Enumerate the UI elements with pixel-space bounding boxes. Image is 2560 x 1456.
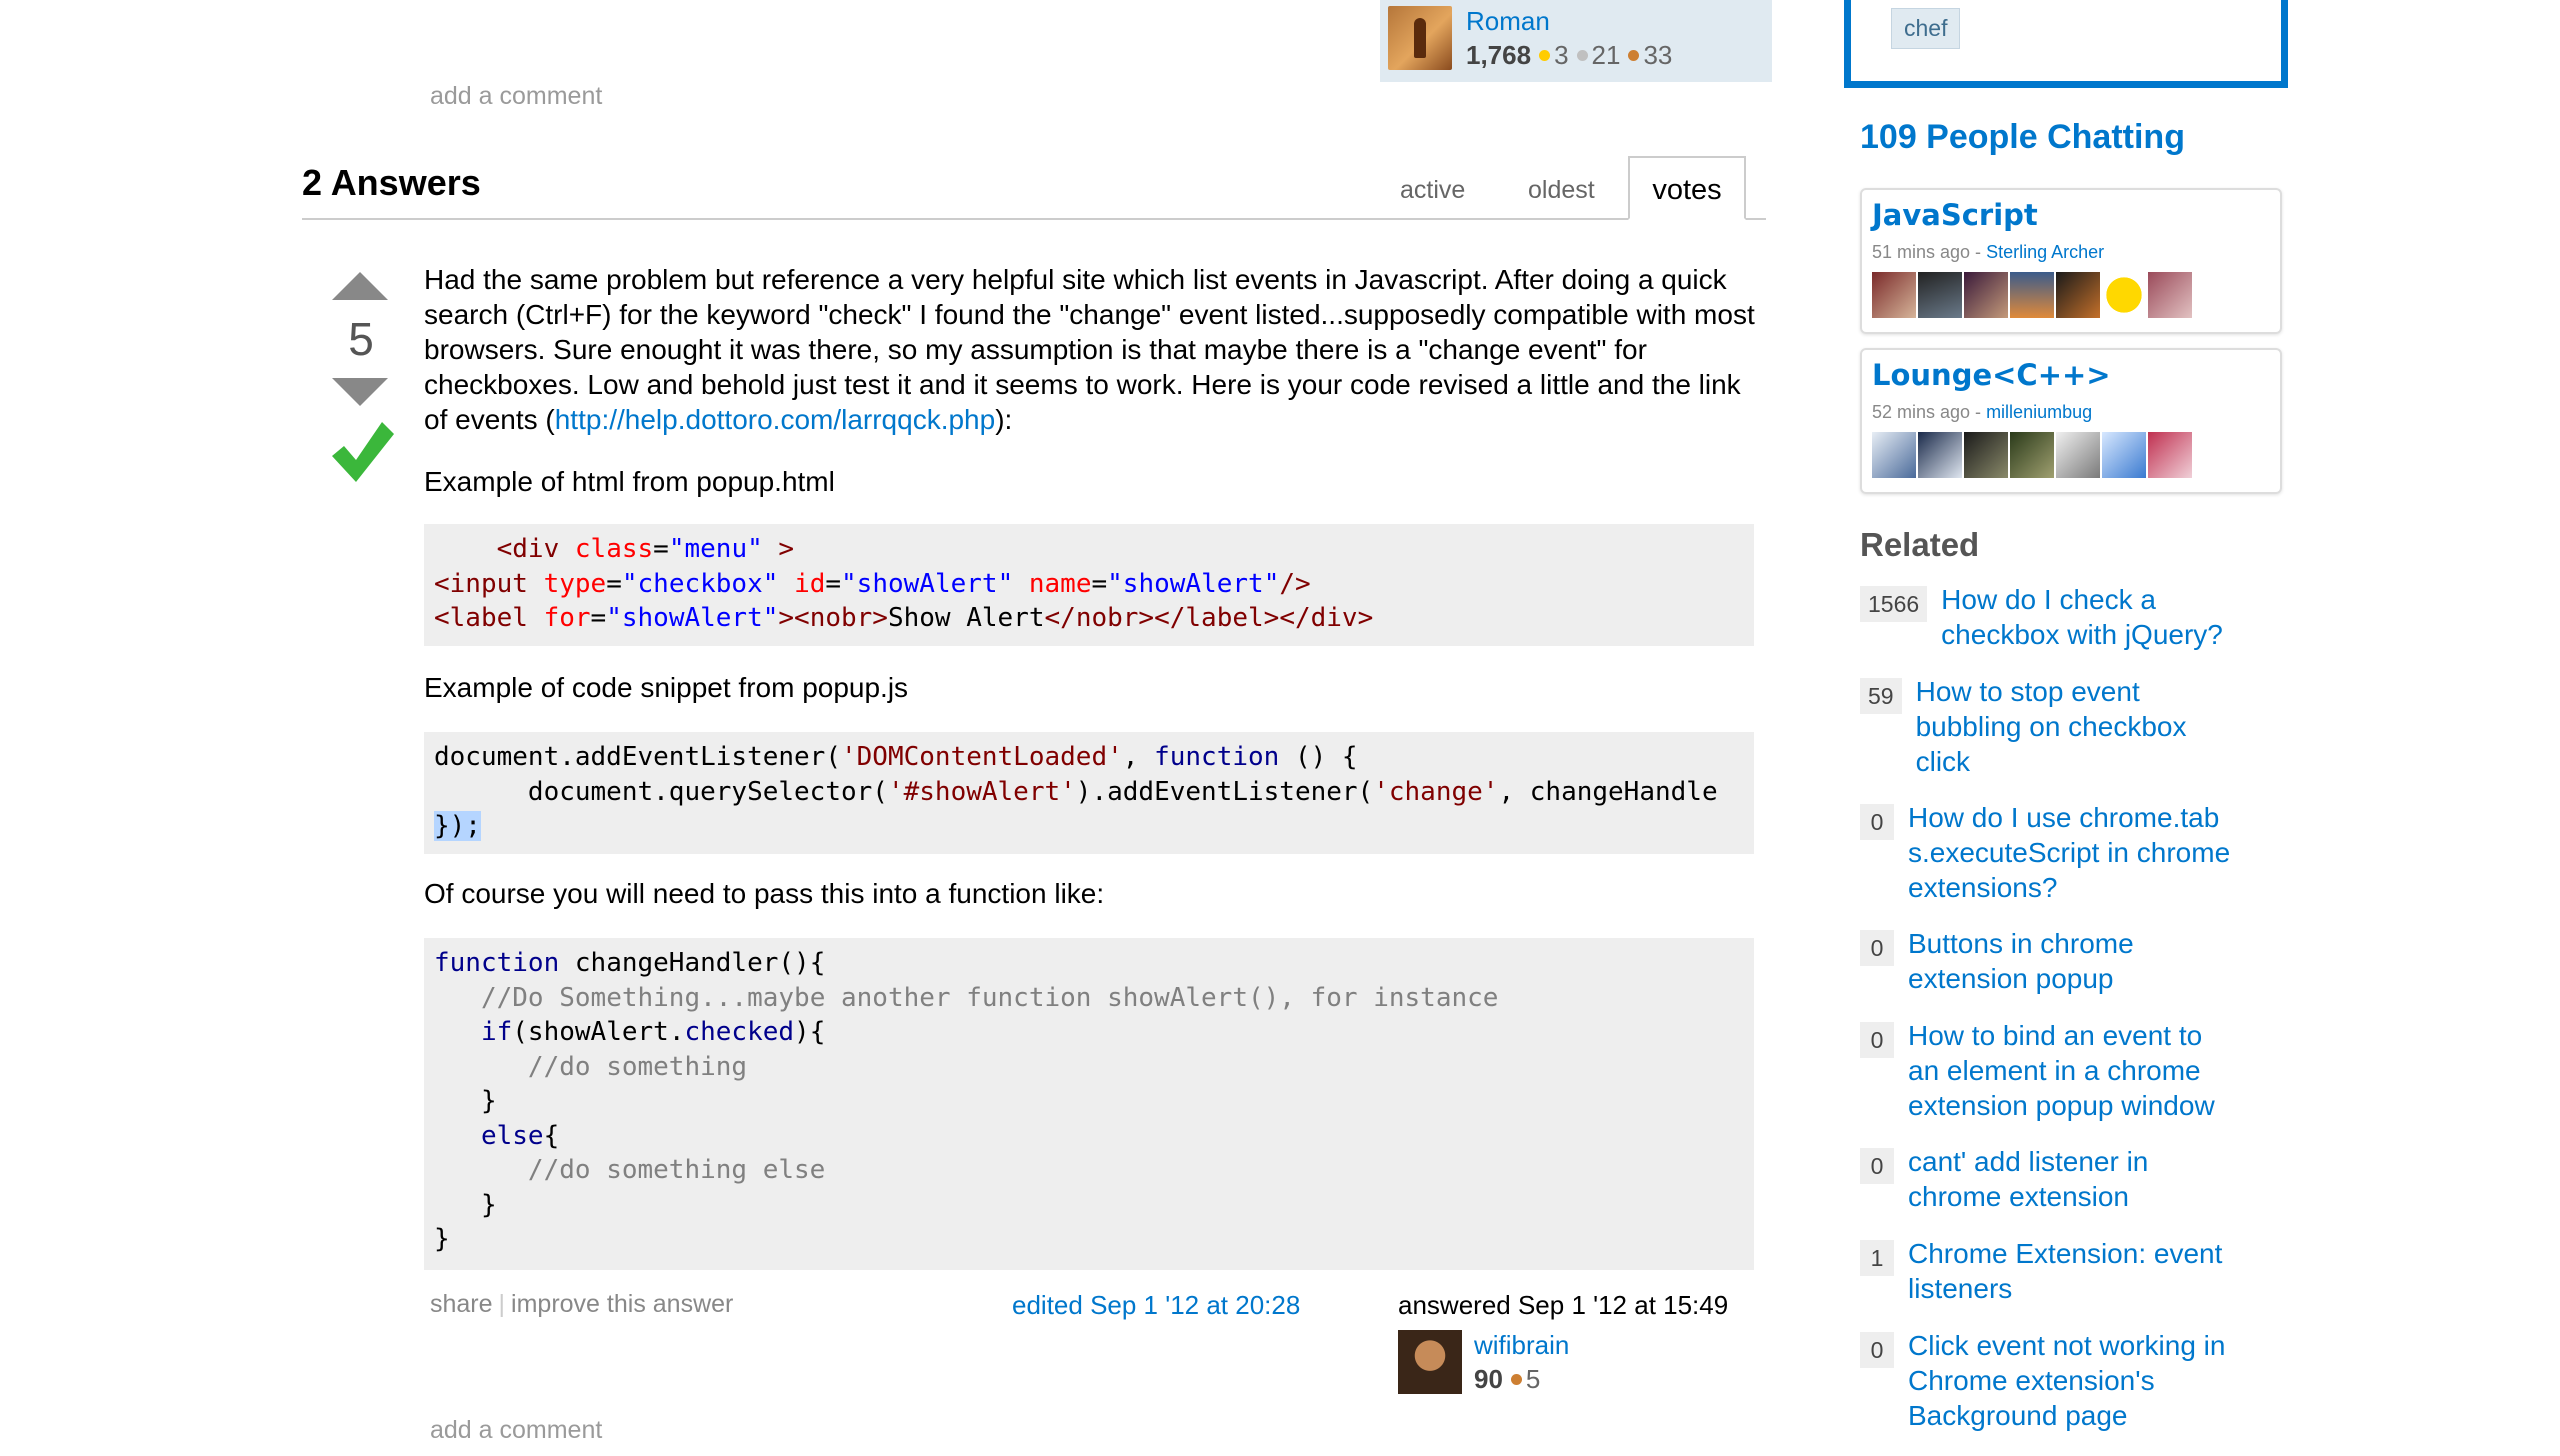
chat-user-avatar[interactable]: [2102, 272, 2146, 318]
related-item: 0 cant' add listener in chrome extension: [1860, 1144, 2280, 1214]
chat-user-avatar[interactable]: [2148, 272, 2192, 318]
events-reference-link[interactable]: http://help.dottoro.com/larrqqck.php: [555, 404, 995, 435]
chat-user-avatar[interactable]: [2148, 432, 2192, 478]
gold-badge-icon: [1539, 50, 1551, 62]
related-vote-count: 0: [1860, 1148, 1894, 1184]
related-item: 0 How to bind an event to an element in …: [1860, 1018, 2280, 1123]
related-question-link[interactable]: Buttons in chrome extension popup: [1908, 926, 2208, 996]
chat-user-avatar[interactable]: [2056, 432, 2100, 478]
chat-user-avatar[interactable]: [2010, 432, 2054, 478]
answer-paragraph-2: Example of html from popup.html: [424, 466, 835, 497]
related-item: 0 Buttons in chrome extension popup: [1860, 926, 2280, 996]
chat-room-activity: 52 mins ago - milleniumbug: [1872, 402, 2092, 423]
question-owner-card: Roman 1,768 3 21 33: [1380, 0, 1772, 82]
share-link[interactable]: share: [430, 1290, 493, 1318]
answers-count-heading: 2 Answers: [302, 162, 481, 203]
improve-answer-link[interactable]: improve this answer: [511, 1290, 733, 1318]
tag-chef[interactable]: chef: [1891, 8, 1961, 49]
answer-add-comment-link[interactable]: add a comment: [430, 1416, 602, 1445]
related-heading: Related: [1860, 526, 1980, 563]
related-vote-count: 1: [1860, 1240, 1894, 1276]
owner-reputation: 1,768 3 21 33: [1466, 40, 1672, 71]
answer-paragraph-3: Example of code snippet from popup.js: [424, 672, 909, 703]
chat-room-lounge-cpp[interactable]: Lounge<C++> 52 mins ago - milleniumbug: [1860, 348, 2282, 494]
answer-paragraph-4: Of course you will need to pass this int…: [424, 878, 1105, 909]
related-item: 1 Chrome Extension: event listeners: [1860, 1236, 2280, 1306]
related-vote-count: 0: [1860, 1022, 1894, 1058]
tab-active[interactable]: active: [1400, 176, 1465, 205]
related-question-link[interactable]: How to stop event bubbling on checkbox c…: [1916, 674, 2216, 779]
chat-room-time: 51 mins ago -: [1872, 242, 1987, 262]
bronze-badge-icon: [1628, 50, 1640, 62]
chat-user-avatar[interactable]: [1872, 272, 1916, 318]
related-question-link[interactable]: How to bind an event to an element in a …: [1908, 1018, 2238, 1123]
chat-room-avatars: [1872, 272, 2192, 318]
chat-user-avatar[interactable]: [2102, 432, 2146, 478]
answers-tabs-divider: [302, 218, 1766, 220]
owner-rep-score: 1,768: [1466, 40, 1532, 70]
code-block-js-listener: document.addEventListener('DOMContentLoa…: [424, 732, 1754, 854]
vote-down-arrow-icon[interactable]: [332, 378, 388, 406]
related-item: 59 How to stop event bubbling on checkbo…: [1860, 674, 2280, 779]
chat-room-last-user[interactable]: milleniumbug: [1986, 402, 2092, 422]
related-question-link[interactable]: Chrome Extension: event listeners: [1908, 1236, 2238, 1306]
answer-author-name-link[interactable]: wifibrain: [1474, 1330, 1569, 1361]
bronze-badge-icon: [1510, 1374, 1522, 1386]
related-item: 0 How do I use chrome.tabs.executeScript…: [1860, 800, 2280, 905]
chat-user-avatar[interactable]: [1964, 432, 2008, 478]
chat-room-name[interactable]: Lounge<C++>: [1872, 358, 2111, 392]
owner-gold-count: 3: [1554, 40, 1569, 70]
chat-room-activity: 51 mins ago - Sterling Archer: [1872, 242, 2104, 263]
post-menu: share | improve this answer: [430, 1290, 734, 1318]
chat-user-avatar[interactable]: [1872, 432, 1916, 478]
owner-avatar[interactable]: [1388, 6, 1452, 70]
related-vote-count: 0: [1860, 930, 1894, 966]
edited-timestamp-link[interactable]: edited Sep 1 '12 at 20:28: [1012, 1290, 1300, 1321]
answer-author-reputation: 90 5: [1474, 1364, 1540, 1395]
related-vote-count: 0: [1860, 1332, 1894, 1368]
code-block-js-handler: function changeHandler(){ //Do Something…: [424, 938, 1754, 1270]
tab-oldest[interactable]: oldest: [1528, 176, 1595, 205]
related-item: 1566 How do I check a checkbox with jQue…: [1860, 582, 2280, 652]
chat-room-time: 52 mins ago -: [1872, 402, 1987, 422]
chat-room-last-user[interactable]: Sterling Archer: [1986, 242, 2104, 262]
chat-room-avatars: [1872, 432, 2192, 478]
tag-box: chef: [1844, 0, 2288, 88]
author-rep-score: 90: [1474, 1364, 1503, 1394]
answer-paragraph-1-end: ):: [995, 404, 1013, 435]
people-chatting-heading[interactable]: 109 People Chatting: [1860, 118, 2185, 157]
related-question-link[interactable]: Click event not working in Chrome extens…: [1908, 1328, 2248, 1433]
accepted-checkmark-icon: [332, 422, 394, 482]
owner-name-link[interactable]: Roman: [1466, 6, 1550, 37]
answer-author-avatar[interactable]: [1398, 1330, 1462, 1394]
question-add-comment-link[interactable]: add a comment: [430, 82, 602, 111]
chat-user-avatar[interactable]: [1918, 432, 1962, 478]
chat-room-javascript[interactable]: JavaScript 51 mins ago - Sterling Archer: [1860, 188, 2282, 334]
vote-up-arrow-icon[interactable]: [332, 272, 388, 300]
chat-user-avatar[interactable]: [1964, 272, 2008, 318]
related-vote-count: 59: [1860, 678, 1902, 714]
chat-user-avatar[interactable]: [1918, 272, 1962, 318]
tab-votes[interactable]: votes: [1628, 156, 1746, 220]
code-block-html: <div class="menu" > <input type="checkbo…: [424, 524, 1754, 646]
related-question-link[interactable]: How do I use chrome.tabs.executeScript i…: [1908, 800, 2238, 905]
silver-badge-icon: [1576, 50, 1588, 62]
chat-room-name[interactable]: JavaScript: [1872, 198, 2038, 232]
author-bronze-count: 5: [1525, 1364, 1541, 1394]
related-question-link[interactable]: How do I check a checkbox with jQuery?: [1941, 582, 2241, 652]
answered-timestamp: answered Sep 1 '12 at 15:49: [1398, 1290, 1729, 1320]
related-question-link[interactable]: cant' add listener in chrome extension: [1908, 1144, 2188, 1214]
related-vote-count: 0: [1860, 804, 1894, 840]
owner-silver-count: 21: [1591, 40, 1621, 70]
answer-paragraph-1: Had the same problem but reference a ver…: [424, 262, 1764, 437]
chat-user-avatar[interactable]: [2010, 272, 2054, 318]
chat-user-avatar[interactable]: [2056, 272, 2100, 318]
related-vote-count: 1566: [1860, 586, 1928, 622]
vote-count: 5: [348, 313, 374, 365]
owner-bronze-count: 33: [1643, 40, 1673, 70]
related-item: 0 Click event not working in Chrome exte…: [1860, 1328, 2280, 1433]
